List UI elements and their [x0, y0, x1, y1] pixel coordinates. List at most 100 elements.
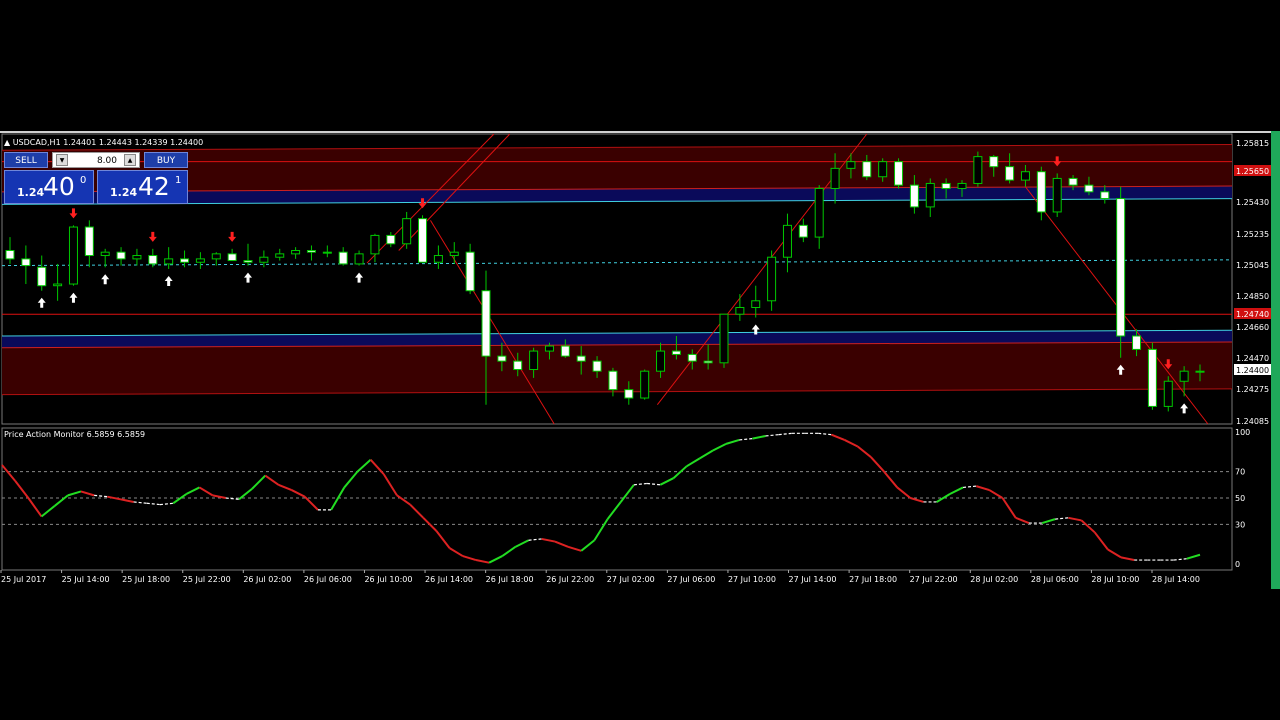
time-axis-label: 26 Jul 06:00 [304, 575, 352, 584]
chart-canvas[interactable]: 1.258151.256501.254301.252351.250451.248… [0, 0, 1280, 720]
trendline-fall-1 [430, 220, 555, 425]
candle-body [322, 251, 332, 254]
oscillator-segment [844, 439, 859, 448]
time-axis-label: 28 Jul 14:00 [1152, 575, 1200, 584]
oscillator-segment [606, 501, 622, 520]
buy-signal-arrow-icon [69, 292, 78, 303]
sell-button[interactable]: SELL [4, 152, 48, 168]
scrollbar-right[interactable] [1271, 131, 1280, 589]
oscillator-segment [1041, 518, 1056, 525]
oscillator-segment [1080, 519, 1096, 534]
oscillator-segment [172, 493, 187, 505]
time-axis-label: 27 Jul 06:00 [667, 575, 715, 584]
candle-body [386, 234, 396, 245]
candle-body [180, 258, 190, 263]
buy-button[interactable]: BUY [144, 152, 188, 168]
candle-body [957, 182, 967, 189]
buy-signal-arrow-icon [37, 297, 46, 308]
oscillator-segment [146, 502, 161, 506]
candle-body [1195, 370, 1205, 373]
time-axis-label: 25 Jul 14:00 [62, 575, 110, 584]
bid-price-big: 40 [43, 172, 75, 201]
candle-body [798, 224, 808, 238]
candle-body [719, 313, 729, 364]
oscillator-segment [528, 538, 542, 541]
candle-body [497, 355, 507, 362]
time-axis-label: 26 Jul 14:00 [425, 575, 473, 584]
oscillator-segment [554, 540, 569, 548]
time-axis-label: 26 Jul 10:00 [364, 575, 412, 584]
ask-price-box[interactable]: 1.24 42 1 [97, 170, 188, 204]
time-axis-label: 25 Jul 2017 [1, 575, 46, 584]
price-axis-label: 1.24470 [1236, 354, 1269, 363]
lot-decrease-icon[interactable]: ▼ [56, 154, 68, 166]
indicator-title: Price Action Monitor 6.5859 6.5859 [4, 430, 146, 439]
candle-body [608, 370, 618, 391]
lot-size-input[interactable]: ▼ 8.00 ▲ [52, 152, 140, 168]
buy-signal-arrow-icon [1180, 403, 1189, 414]
oscillator-segment [264, 474, 280, 486]
buy-signal-arrow-icon [244, 272, 252, 283]
time-axis-label: 27 Jul 14:00 [789, 575, 837, 584]
oscillator-segment [686, 457, 701, 468]
oscillator-segment [501, 546, 517, 557]
oscillator-segment [699, 449, 714, 460]
oscillator-segment [647, 482, 661, 486]
oscillator-segment [278, 483, 292, 492]
candle-body [21, 258, 31, 267]
candle-body [656, 350, 666, 372]
oscillator-segment [752, 434, 766, 440]
oscillator-segment [185, 486, 200, 495]
candle-body [735, 306, 745, 315]
candle-body [449, 251, 459, 257]
candle-body [989, 156, 999, 168]
chart-symbol-text: USDCAD,H1 1.24401 1.24443 1.24339 1.2440… [12, 138, 204, 147]
indicator-axis-label: 50 [1235, 494, 1245, 503]
candle-body [862, 161, 872, 178]
candle-body [418, 218, 428, 263]
oscillator-segment [857, 445, 872, 458]
candle-body [1179, 370, 1189, 382]
oscillator-segment [593, 518, 609, 541]
candle-body [481, 290, 491, 357]
oscillator-segment [975, 485, 990, 492]
candle-body [894, 161, 904, 186]
oscillator-segment [198, 486, 214, 497]
bid-price-box[interactable]: 1.24 40 0 [4, 170, 94, 204]
candle-body [1132, 335, 1142, 350]
candle-body [925, 182, 935, 208]
candle-body [846, 161, 856, 169]
price-axis-label: 1.24740 [1236, 310, 1269, 319]
candle-body [259, 256, 269, 263]
time-axis-label: 25 Jul 22:00 [183, 575, 231, 584]
candle-body [814, 187, 824, 238]
lot-increase-icon[interactable]: ▲ [124, 154, 136, 166]
oscillator-segment [1186, 553, 1201, 560]
oscillator-segment [107, 495, 121, 501]
indicator-axis-label: 0 [1235, 560, 1240, 569]
oscillator-segment [725, 438, 740, 445]
candle-body [1036, 171, 1046, 213]
candle-body [227, 253, 237, 262]
ask-price-pip: 1 [175, 175, 182, 186]
price-axis-label: 1.25815 [1236, 139, 1269, 148]
candle-body [1147, 348, 1157, 407]
oscillator-segment [475, 559, 490, 564]
oscillator-segment [633, 482, 648, 486]
candle-body [164, 258, 174, 265]
candle-body [338, 251, 348, 265]
candle-body [544, 345, 554, 352]
candle-body [1020, 171, 1030, 181]
candle-body [1084, 184, 1094, 193]
candle-body [370, 234, 380, 255]
time-axis-label: 27 Jul 18:00 [849, 575, 897, 584]
oscillator-segment [343, 470, 359, 489]
oscillator-segment [356, 458, 372, 473]
oscillator-segment [251, 474, 267, 490]
oscillator-segment [291, 489, 306, 498]
time-axis-label: 26 Jul 22:00 [546, 575, 594, 584]
candle-body [782, 224, 792, 258]
candle-body [354, 253, 364, 265]
candle-body [973, 156, 983, 184]
candle-body [671, 350, 681, 355]
